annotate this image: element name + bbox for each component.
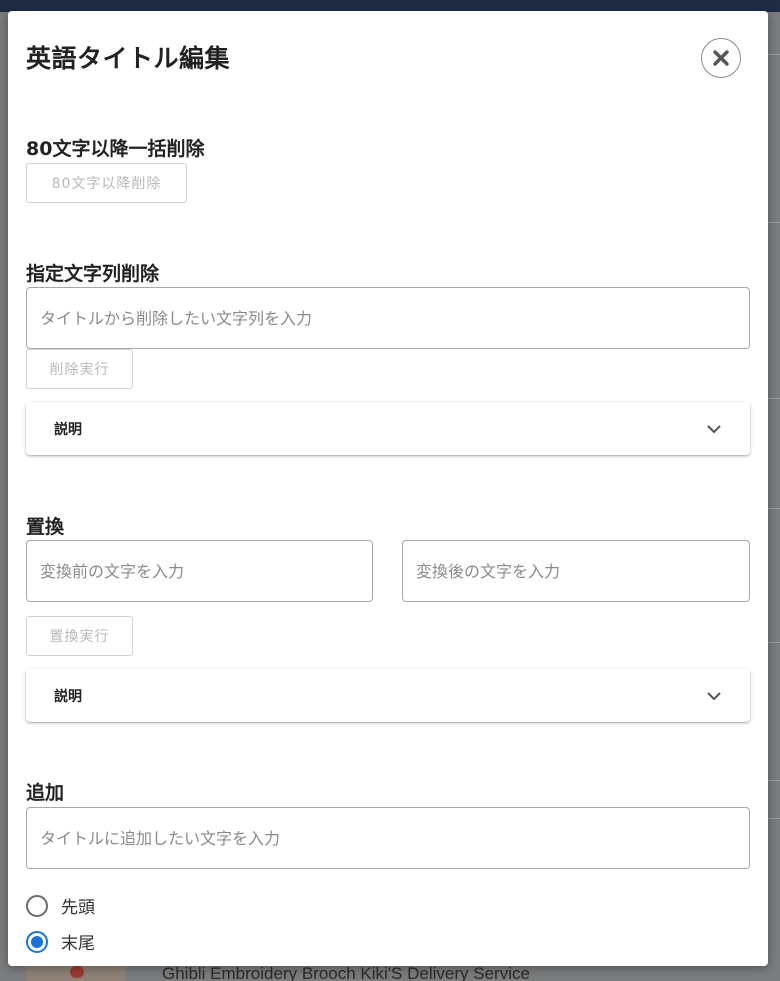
radio-option-tail[interactable]: 末尾 <box>26 929 95 954</box>
delete-description-accordion[interactable]: 説明 <box>26 402 750 455</box>
replace-description-accordion[interactable]: 説明 <box>26 669 750 722</box>
radio-option-head[interactable]: 先頭 <box>26 893 95 918</box>
replace-after-input[interactable] <box>402 540 750 602</box>
close-button[interactable] <box>701 38 741 78</box>
replace-before-input[interactable] <box>26 540 373 602</box>
accordion-label: 説明 <box>54 421 82 438</box>
delete-string-input[interactable] <box>26 287 750 349</box>
background-product-title: Ghibli Embroidery Brooch Kiki'S Delivery… <box>162 964 530 981</box>
modal-title: 英語タイトル編集 <box>26 44 231 73</box>
add-title: 追加 <box>26 782 65 804</box>
background-divider <box>768 54 780 55</box>
radio-button-selected[interactable] <box>26 930 48 953</box>
delete-execute-button[interactable]: 削除実行 <box>26 349 133 389</box>
background-divider <box>768 222 780 223</box>
replace-title: 置換 <box>26 516 65 538</box>
radio-label: 末尾 <box>61 934 95 954</box>
background-divider <box>768 780 780 781</box>
radio-button[interactable] <box>26 894 48 917</box>
radio-label: 先頭 <box>61 898 95 918</box>
background-divider <box>768 818 780 819</box>
background-product-image <box>70 966 84 978</box>
add-string-input[interactable] <box>26 807 750 869</box>
edit-title-modal: 英語タイトル編集 80文字以降一括削除 80文字以降削除 指定文字列削除 削除実… <box>8 11 768 966</box>
accordion-label: 説明 <box>54 688 82 705</box>
chevron-down-icon <box>706 691 722 701</box>
bulk-delete-title: 80文字以降一括削除 <box>26 138 205 160</box>
string-delete-title: 指定文字列削除 <box>26 263 160 285</box>
replace-execute-button[interactable]: 置換実行 <box>26 616 133 656</box>
chevron-down-icon <box>706 424 722 434</box>
background-divider <box>768 642 780 643</box>
background-divider <box>768 398 780 399</box>
background-divider <box>768 508 780 509</box>
bulk-delete-button[interactable]: 80文字以降削除 <box>26 163 187 203</box>
close-icon <box>712 49 730 67</box>
